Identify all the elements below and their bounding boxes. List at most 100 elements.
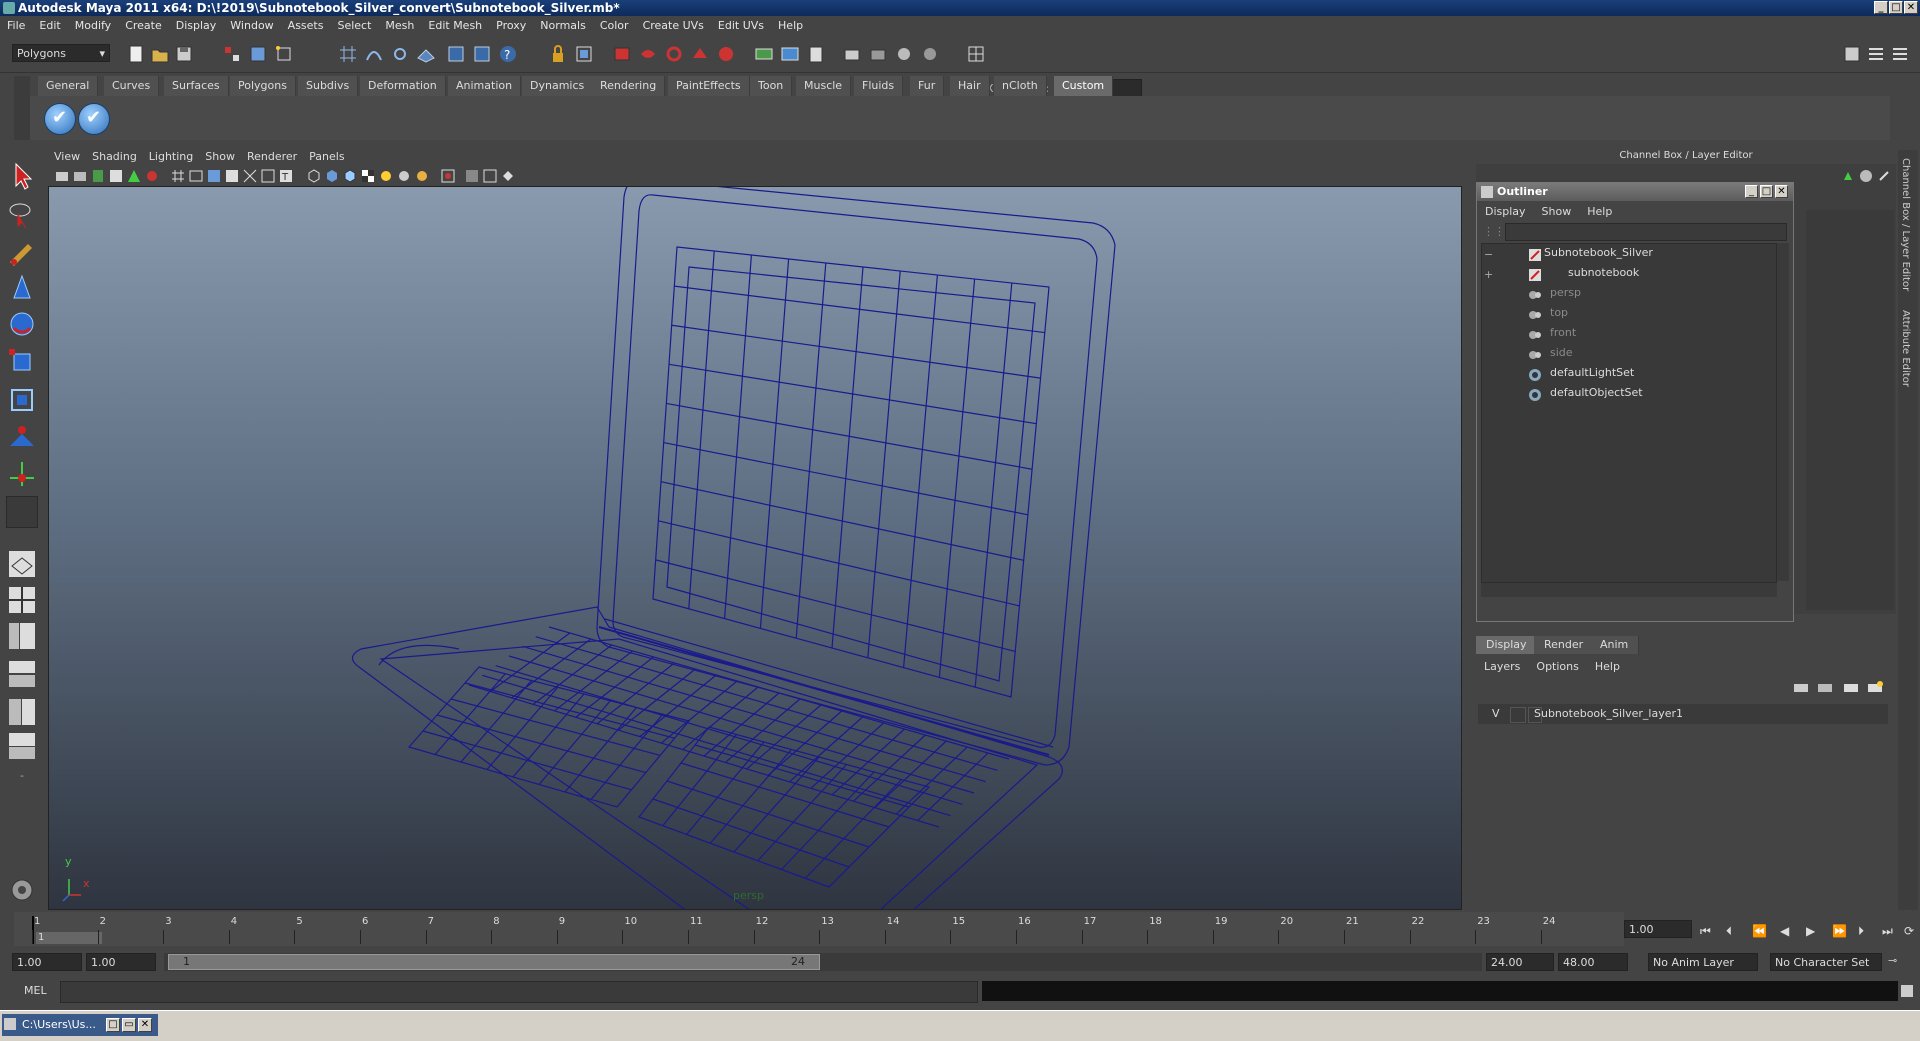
menu-window[interactable]: Window: [223, 16, 280, 36]
viewport-menu-show[interactable]: Show: [199, 148, 241, 166]
shelf-tab-fur[interactable]: Fur: [910, 76, 945, 96]
shelf-tab-ncloth[interactable]: nCloth: [994, 76, 1047, 96]
auto-key-icon[interactable]: ⊸: [1888, 954, 1897, 967]
shelf-tab-curves[interactable]: Curves: [104, 76, 160, 96]
wireframe-on-shaded-icon[interactable]: [342, 168, 358, 184]
outliner-item[interactable]: persp: [1550, 284, 1581, 302]
pin-icon[interactable]: [1876, 168, 1892, 184]
image-plane-icon[interactable]: [108, 168, 124, 184]
shelf-tab-dynamics[interactable]: Dynamics: [522, 76, 594, 96]
go-to-end-icon[interactable]: ⏭: [1882, 924, 1893, 939]
range-slider-handle[interactable]: 1 24: [168, 954, 820, 970]
gear-icon[interactable]: [6, 874, 38, 906]
input-line-icon[interactable]: [754, 44, 774, 64]
menu-edit-uvs[interactable]: Edit UVs: [711, 16, 771, 36]
menu-modify[interactable]: Modify: [68, 16, 118, 36]
viewport-menu-lighting[interactable]: Lighting: [143, 148, 199, 166]
outliner-close-button[interactable]: ✕: [1775, 185, 1788, 198]
layout-icon[interactable]: [780, 44, 800, 64]
step-back-key-icon[interactable]: ⏴: [1726, 924, 1732, 939]
viewport-menu-panels[interactable]: Panels: [303, 148, 350, 166]
loop-icon[interactable]: ⟳: [1904, 924, 1914, 938]
default-lighting-icon[interactable]: [378, 168, 394, 184]
outliner-menu-help[interactable]: Help: [1579, 203, 1620, 221]
menu-select[interactable]: Select: [330, 16, 378, 36]
shelf-tab-muscle[interactable]: Muscle: [796, 76, 852, 96]
play-backward-icon[interactable]: ◀: [1780, 924, 1789, 938]
animation-end-field[interactable]: 48.00: [1558, 953, 1628, 971]
render-settings-icon[interactable]: [664, 44, 684, 64]
outliner-item[interactable]: front: [1550, 324, 1576, 342]
outliner-menu-display[interactable]: Display: [1477, 203, 1534, 221]
xray-joints-icon[interactable]: [482, 168, 498, 184]
outliner-item[interactable]: defaultLightSet: [1550, 364, 1634, 382]
soft-modification-icon[interactable]: [6, 420, 38, 452]
character-set-dropdown[interactable]: No Character Set: [1770, 953, 1882, 971]
play-forward-icon[interactable]: ▶: [1806, 924, 1815, 938]
playback-start-field[interactable]: 1.00: [86, 953, 156, 971]
shelf-tab-general[interactable]: General: [38, 76, 99, 96]
gate-mask-icon[interactable]: [224, 168, 240, 184]
single-pane-layout-icon[interactable]: [6, 548, 38, 580]
outliner-item[interactable]: Subnotebook_Silver: [1544, 244, 1653, 262]
lock-icon[interactable]: [548, 44, 568, 64]
select-camera-icon[interactable]: [54, 168, 70, 184]
select-highlight-icon[interactable]: [574, 44, 594, 64]
script-editor-icon[interactable]: [1900, 984, 1914, 998]
select-tool-icon[interactable]: [6, 160, 38, 192]
isolate-select-icon[interactable]: [440, 168, 456, 184]
outliner-item[interactable]: defaultObjectSet: [1550, 384, 1643, 402]
menu-set-dropdown[interactable]: Polygons ▾: [12, 44, 110, 62]
paint-select-tool-icon[interactable]: [6, 236, 38, 268]
close-button[interactable]: ✕: [1904, 1, 1918, 14]
toolbox-more-icon[interactable]: -: [6, 766, 38, 798]
xray-icon[interactable]: [464, 168, 480, 184]
rotate-tool-icon[interactable]: [6, 308, 38, 340]
shelf-tab-subdivs[interactable]: Subdivs: [298, 76, 359, 96]
shelf-tab-polygons[interactable]: Polygons: [230, 76, 296, 96]
side-tab-channel-box[interactable]: Channel Box / Layer Editor: [1900, 158, 1911, 291]
construction-icon[interactable]: [472, 44, 492, 64]
paint-icon[interactable]: [920, 44, 940, 64]
range-slider-track[interactable]: 1 24: [164, 953, 1482, 971]
layer-menu-options[interactable]: Options: [1528, 660, 1586, 673]
all-lights-icon[interactable]: [396, 168, 412, 184]
channel-box-tool-icon[interactable]: [1840, 168, 1856, 184]
snap-curve-icon[interactable]: [364, 44, 384, 64]
outliner-item[interactable]: side: [1550, 344, 1573, 362]
new-layer-selected-icon[interactable]: [1866, 680, 1884, 696]
anim-layer-dropdown[interactable]: No Anim Layer: [1648, 953, 1758, 971]
ipr-render-icon[interactable]: [638, 44, 658, 64]
universal-manipulator-icon[interactable]: [6, 384, 38, 416]
select-object-icon[interactable]: [248, 44, 268, 64]
viewport-menu-shading[interactable]: Shading: [86, 148, 143, 166]
select-component-icon[interactable]: [274, 44, 294, 64]
outliner-item[interactable]: top: [1550, 304, 1568, 322]
select-hierarchy-icon[interactable]: [222, 44, 242, 64]
shelf-tab-painteffects[interactable]: PaintEffects: [668, 76, 750, 96]
menu-proxy[interactable]: Proxy: [489, 16, 533, 36]
laptop-wireframe-model[interactable]: [49, 187, 1462, 910]
menu-mesh[interactable]: Mesh: [378, 16, 421, 36]
wireframe-shading-icon[interactable]: [306, 168, 322, 184]
outliner-maximize-button[interactable]: □: [1760, 185, 1773, 198]
command-input[interactable]: [60, 981, 978, 1003]
step-forward-frame-icon[interactable]: ⏩: [1832, 924, 1847, 938]
maximize-button[interactable]: □: [1889, 1, 1903, 14]
outliner-minimize-button[interactable]: _: [1745, 185, 1758, 198]
absolute-transform-icon[interactable]: [966, 44, 986, 64]
time-slider[interactable]: 1 1 2 3 4 5 6 7 8 9 10 11 12 13 14 15 16 17 18 19 20 21 22 23 2…: [14, 912, 1624, 946]
move-tool-icon[interactable]: [6, 272, 38, 304]
menu-normals[interactable]: Normals: [533, 16, 593, 36]
save-scene-icon[interactable]: [174, 44, 194, 64]
step-back-frame-icon[interactable]: ⏪: [1752, 924, 1767, 938]
layer-type-toggle[interactable]: [1510, 707, 1526, 723]
shelf-tab-surfaces[interactable]: Surfaces: [164, 76, 229, 96]
menu-display[interactable]: Display: [169, 16, 224, 36]
shelf-tab-toon[interactable]: Toon: [750, 76, 793, 96]
shelf-tab-deformation[interactable]: Deformation: [360, 76, 446, 96]
sculpt-icon[interactable]: [894, 44, 914, 64]
show-manipulator-icon[interactable]: [6, 458, 38, 490]
safe-action-icon[interactable]: [260, 168, 276, 184]
shelf-tab-rendering[interactable]: Rendering: [592, 76, 666, 96]
